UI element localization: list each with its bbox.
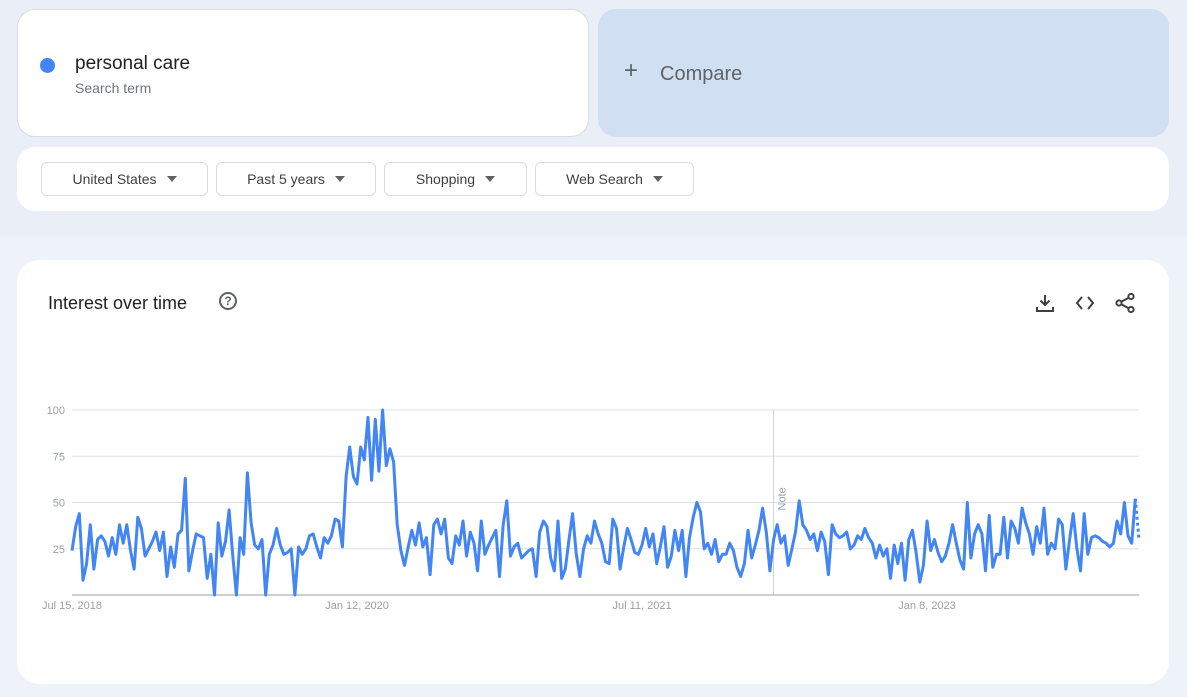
caret-down-icon bbox=[166, 176, 177, 182]
compare-label: Compare bbox=[660, 63, 743, 85]
note-label: Note bbox=[777, 487, 789, 510]
y-tick-label: 25 bbox=[53, 544, 65, 556]
filter-category-dropdown[interactable]: Shopping bbox=[384, 162, 527, 196]
filter-region-label: United States bbox=[72, 171, 157, 187]
x-tick-label: Jul 11, 2021 bbox=[612, 600, 671, 612]
compare-button[interactable]: + Compare bbox=[598, 9, 1169, 137]
caret-down-icon bbox=[485, 176, 496, 182]
filter-bar: United States Past 5 years Shopping Web … bbox=[17, 147, 1169, 211]
y-tick-label: 100 bbox=[47, 405, 65, 417]
filter-search-type-dropdown[interactable]: Web Search bbox=[535, 162, 694, 196]
filter-search-type-label: Web Search bbox=[566, 171, 643, 187]
y-tick-label: 75 bbox=[53, 451, 65, 463]
x-tick-label: Jul 15, 2018 bbox=[42, 600, 102, 612]
plus-icon: + bbox=[624, 57, 639, 84]
search-term-card[interactable]: personal care Search term bbox=[17, 9, 589, 137]
interest-over-time-card: Interest over time ? Note 25 50 75 100 Jul 1… bbox=[17, 260, 1169, 684]
filter-category-label: Shopping bbox=[415, 171, 476, 187]
filter-time-label: Past 5 years bbox=[247, 171, 325, 187]
series-partial-segment bbox=[1133, 498, 1141, 540]
filter-region-dropdown[interactable]: United States bbox=[41, 162, 208, 196]
caret-down-icon bbox=[652, 176, 663, 182]
filter-time-dropdown[interactable]: Past 5 years bbox=[216, 162, 376, 196]
search-term-subtitle: Search term bbox=[75, 80, 152, 96]
search-term-name[interactable]: personal care bbox=[75, 53, 190, 75]
caret-down-icon bbox=[334, 176, 345, 182]
x-tick-label: Jan 12, 2020 bbox=[325, 600, 389, 612]
x-tick-label: Jan 8, 2023 bbox=[898, 600, 956, 612]
interest-chart: Note 25 50 75 100 Jul 15, 2018 Jan 12, 2020 Ju… bbox=[42, 405, 1141, 612]
series-color-dot bbox=[40, 58, 55, 73]
y-tick-label: 50 bbox=[53, 498, 65, 510]
